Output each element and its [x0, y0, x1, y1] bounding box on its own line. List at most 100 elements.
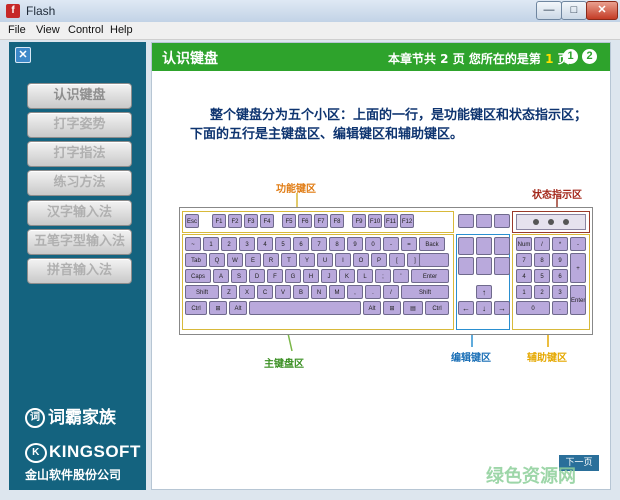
nav-chinese-input[interactable]: 汉字输入法 [27, 200, 132, 226]
key: N [311, 285, 327, 299]
key [249, 301, 361, 315]
close-window-button[interactable]: ✕ [586, 1, 618, 20]
key [476, 237, 492, 255]
key: F5 [282, 214, 296, 228]
key: , [347, 285, 363, 299]
key: Esc [185, 214, 199, 228]
key: 1 [516, 285, 532, 299]
key: B [293, 285, 309, 299]
key [476, 214, 492, 228]
nav-wubi-input[interactable]: 五笔字型输入法 [27, 229, 132, 255]
caps-lock-led [548, 219, 554, 225]
key: [ [389, 253, 405, 267]
kingsoft-logo-text: KINGSOFT [49, 442, 141, 461]
menu-file[interactable]: File [8, 24, 26, 36]
key: 3 [239, 237, 255, 251]
minimize-button[interactable]: — [536, 1, 562, 20]
key: 3 [552, 285, 568, 299]
key: J [321, 269, 337, 283]
key: + [570, 253, 586, 283]
key: Z [221, 285, 237, 299]
state-indicator-panel [516, 214, 586, 230]
key: 2 [534, 285, 550, 299]
key: Shift [401, 285, 449, 299]
key: F2 [228, 214, 242, 228]
key: 5 [275, 237, 291, 251]
ciba-logo-icon: 词 [25, 408, 45, 428]
key: F1 [212, 214, 226, 228]
key: W [227, 253, 243, 267]
watermark-text: 绿色资源网 [486, 466, 576, 487]
key: Back [419, 237, 445, 251]
key: - [383, 237, 399, 251]
maximize-button[interactable]: □ [561, 1, 587, 20]
key: * [552, 237, 568, 251]
key: Enter [570, 285, 586, 315]
key: F6 [298, 214, 312, 228]
key: F11 [384, 214, 398, 228]
key: Tab [185, 253, 207, 267]
main-content: 认识键盘 本章节共 2 页 您所在的是第 1 页 1 2 整个键盘分为五个小区：… [151, 42, 611, 490]
key: 6 [552, 269, 568, 283]
nav-fingering[interactable]: 打字指法 [27, 141, 132, 167]
menu-control[interactable]: Control [68, 24, 103, 36]
key: 8 [329, 237, 345, 251]
key: Ctrl [185, 301, 207, 315]
keyboard-diagram: Esc F1 F2 F3 F4 F5 F6 F7 F8 F9 F10 F11 F12 ~1 2 3 4 5 6 7 8… [179, 207, 593, 335]
key: / [383, 285, 399, 299]
nav-typing-posture[interactable]: 打字姿势 [27, 112, 132, 138]
kingsoft-logo-icon: K [25, 442, 47, 463]
sidebar-close-icon[interactable]: ✕ [15, 47, 31, 63]
key: X [239, 285, 255, 299]
scroll-lock-led [563, 219, 569, 225]
title-bar: f Flash — □ ✕ [0, 0, 620, 23]
key: ▤ [403, 301, 423, 315]
key: V [275, 285, 291, 299]
key: L [357, 269, 373, 283]
key: Enter [411, 269, 449, 283]
nav-pinyin-input[interactable]: 拼音输入法 [27, 258, 132, 284]
key: F7 [314, 214, 328, 228]
menu-view[interactable]: View [36, 24, 60, 36]
key: U [317, 253, 333, 267]
key: O [353, 253, 369, 267]
key: - [570, 237, 586, 251]
key: . [552, 301, 568, 315]
key: ↑ [476, 285, 492, 299]
key: 9 [552, 253, 568, 267]
key: F3 [244, 214, 258, 228]
key: Shift [185, 285, 219, 299]
key [419, 253, 449, 267]
key [458, 237, 474, 255]
key: 7 [311, 237, 327, 251]
window-title: Flash [26, 4, 56, 18]
key: I [335, 253, 351, 267]
key: E [245, 253, 261, 267]
kingsoft-logo: K KINGSOFT [25, 442, 141, 463]
menu-help[interactable]: Help [110, 24, 133, 36]
key [494, 214, 510, 228]
key [494, 257, 510, 275]
key: 0 [516, 301, 550, 315]
key [458, 257, 474, 275]
nav-practice-method[interactable]: 练习方法 [27, 170, 132, 196]
key: 4 [257, 237, 273, 251]
key: ⊞ [383, 301, 401, 315]
key: 8 [534, 253, 550, 267]
key: . [365, 285, 381, 299]
ciba-family-logo: 词词霸家族 [25, 403, 116, 428]
key: R [263, 253, 279, 267]
key: A [213, 269, 229, 283]
key: 1 [203, 237, 219, 251]
key: F [267, 269, 283, 283]
nav-know-keyboard[interactable]: 认识键盘 [27, 83, 132, 109]
key: Num [516, 237, 532, 251]
key: F12 [400, 214, 414, 228]
key: F10 [368, 214, 382, 228]
num-lock-led [533, 219, 539, 225]
key: ' [393, 269, 409, 283]
ciba-logo-text: 词霸家族 [48, 408, 116, 428]
key [476, 257, 492, 275]
key: F4 [260, 214, 274, 228]
key [458, 214, 474, 228]
